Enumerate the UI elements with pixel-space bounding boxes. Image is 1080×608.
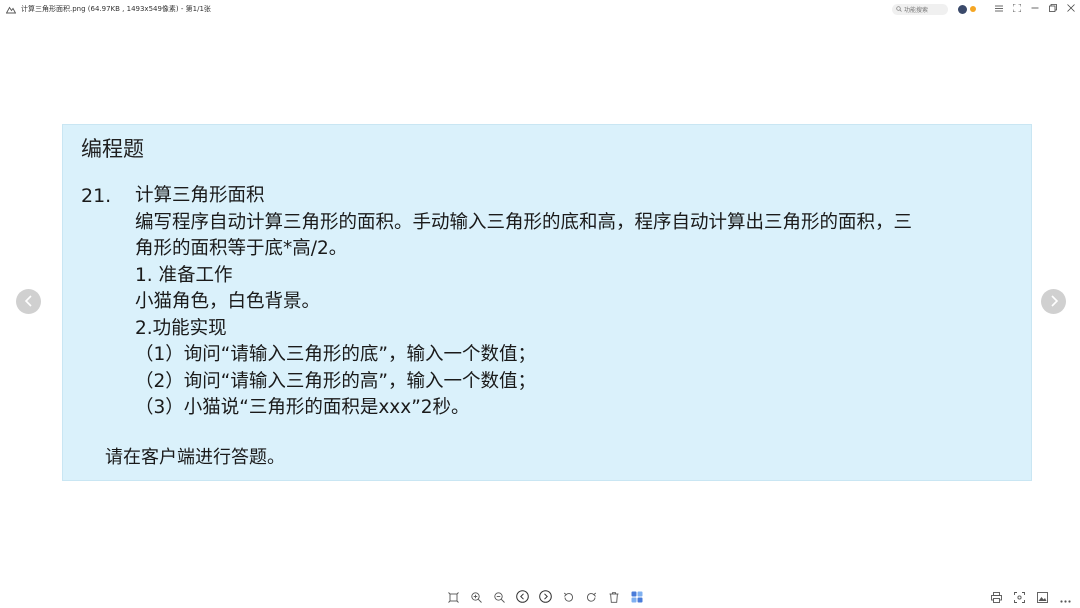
printer-icon bbox=[990, 588, 1002, 607]
image-canvas: 编程题 21. 计算三角形面积 编写程序自动计算三角形的面积。手动输入三角形的底… bbox=[62, 124, 1032, 481]
rotate-left-icon bbox=[563, 588, 574, 607]
zoom-out-icon bbox=[493, 588, 505, 607]
minimize-button[interactable] bbox=[1026, 0, 1044, 18]
next-button[interactable] bbox=[536, 588, 554, 606]
right-toolbar bbox=[987, 588, 1074, 606]
minimize-icon bbox=[1031, 4, 1039, 14]
viewer-toolbar bbox=[444, 588, 646, 606]
chevron-left-icon bbox=[24, 292, 34, 311]
question-number: 21. bbox=[81, 185, 112, 207]
notification-badge[interactable] bbox=[970, 6, 976, 12]
delete-button[interactable] bbox=[605, 588, 623, 606]
previous-button[interactable] bbox=[513, 588, 531, 606]
fit-window-icon bbox=[447, 588, 459, 607]
more-icon bbox=[1059, 588, 1071, 607]
zoom-out-button[interactable] bbox=[490, 588, 508, 606]
search-placeholder: 功能搜索 bbox=[904, 6, 929, 14]
menu-icon bbox=[995, 5, 1003, 14]
step-heading: 1. 准备工作 bbox=[135, 264, 233, 286]
rotate-left-button[interactable] bbox=[559, 588, 577, 606]
menu-button[interactable] bbox=[990, 0, 1008, 18]
next-image-button[interactable] bbox=[1041, 289, 1066, 314]
search-icon bbox=[896, 6, 902, 12]
image-icon bbox=[1036, 588, 1048, 607]
fit-window-button[interactable] bbox=[444, 588, 462, 606]
more-apps-button[interactable] bbox=[628, 588, 646, 606]
step-item: （3）小猫说“三角形的面积是xxx”2秒。 bbox=[135, 397, 470, 418]
question-text-line: 编写程序自动计算三角形的面积。手动输入三角形的底和高，程序自动计算出三角形的面积… bbox=[135, 211, 913, 233]
circle-chevron-left-icon bbox=[515, 588, 529, 607]
chevron-right-icon bbox=[1049, 292, 1059, 311]
footer-note: 请在客户端进行答题。 bbox=[105, 447, 285, 468]
question-body: 计算三角形面积 编写程序自动计算三角形的面积。手动输入三角形的底和高，程序自动计… bbox=[135, 183, 1025, 422]
question-title: 计算三角形面积 bbox=[135, 185, 265, 206]
step-text: 小猫角色，白色背景。 bbox=[135, 291, 321, 312]
restore-icon bbox=[1049, 4, 1057, 14]
image-viewer-icon bbox=[6, 4, 16, 14]
circle-chevron-right-icon bbox=[538, 588, 552, 607]
question-text-line: 角形的面积等于底*高/2。 bbox=[135, 238, 348, 259]
step-heading: 2.功能实现 bbox=[135, 317, 227, 339]
avatar[interactable] bbox=[958, 4, 967, 14]
title-bar: 计算三角形面积.png (64.97KB , 1493x549像素) - 第1/… bbox=[0, 0, 1080, 18]
image-edit-button[interactable] bbox=[1033, 588, 1051, 606]
step-item: （1）询问“请输入三角形的底”，输入一个数值； bbox=[135, 344, 536, 365]
apps-grid-icon bbox=[631, 588, 643, 607]
window-title: 计算三角形面积.png (64.97KB , 1493x549像素) - 第1/… bbox=[21, 5, 211, 13]
section-heading: 编程题 bbox=[81, 137, 144, 161]
search-input[interactable]: 功能搜索 bbox=[892, 3, 948, 15]
rotate-right-icon bbox=[586, 588, 597, 607]
fullscreen-icon bbox=[1012, 3, 1022, 14]
fullscreen-button[interactable] bbox=[1008, 0, 1026, 18]
step-item: （2）询问“请输入三角形的高”，输入一个数值； bbox=[135, 370, 536, 392]
more-options-button[interactable] bbox=[1056, 588, 1074, 606]
close-icon bbox=[1067, 4, 1075, 14]
screenshot-button[interactable] bbox=[1010, 588, 1028, 606]
zoom-in-button[interactable] bbox=[467, 588, 485, 606]
scan-icon bbox=[1013, 588, 1025, 607]
restore-button[interactable] bbox=[1044, 0, 1062, 18]
rotate-right-button[interactable] bbox=[582, 588, 600, 606]
trash-icon bbox=[609, 588, 619, 607]
previous-image-button[interactable] bbox=[16, 289, 41, 314]
close-button[interactable] bbox=[1062, 0, 1080, 18]
zoom-in-icon bbox=[470, 588, 482, 607]
print-button[interactable] bbox=[987, 588, 1005, 606]
